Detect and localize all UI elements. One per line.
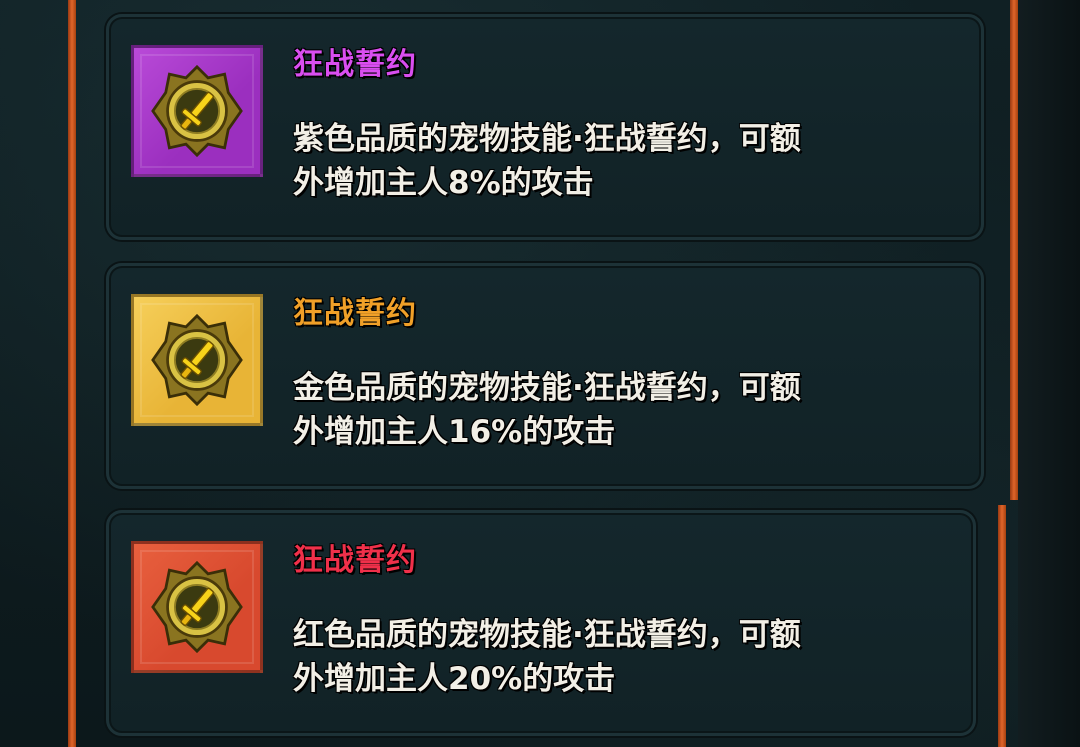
skill-icon-frame: [131, 541, 263, 673]
skill-description-line: 紫色品质的宠物技能·狂战誓约，可额: [293, 121, 801, 157]
skill-icon-frame: [131, 294, 263, 426]
skill-card-purple[interactable]: 狂战誓约 紫色品质的宠物技能·狂战誓约，可额 外增加主人8%的攻击: [106, 14, 984, 240]
skill-card-gold[interactable]: 狂战誓约 金色品质的宠物技能·狂战誓约，可额 外增加主人16%的攻击: [106, 263, 984, 489]
skill-name: 狂战誓约: [293, 296, 417, 331]
skill-card-red[interactable]: 狂战誓约 红色品质的宠物技能·狂战誓约，可额 外增加主人20%的攻击: [106, 510, 976, 736]
skill-name: 狂战誓约: [293, 47, 417, 82]
skill-description: 红色品质的宠物技能·狂战誓约，可额 外增加主人20%的攻击: [293, 613, 893, 701]
skill-description-line: 外增加主人20%的攻击: [293, 661, 616, 697]
skill-description: 紫色品质的宠物技能·狂战誓约，可额 外增加主人8%的攻击: [293, 117, 893, 205]
sword-medallion-icon: [151, 561, 243, 653]
panel-border-right-bottom: [998, 505, 1006, 747]
panel-edge-right: [1018, 0, 1080, 747]
sword-medallion-icon: [151, 65, 243, 157]
panel-border-left: [68, 0, 76, 747]
skill-description-line: 红色品质的宠物技能·狂战誓约，可额: [293, 617, 801, 653]
skill-description: 金色品质的宠物技能·狂战誓约，可额 外增加主人16%的攻击: [293, 366, 893, 454]
skill-description-line: 外增加主人16%的攻击: [293, 414, 616, 450]
skill-name: 狂战誓约: [293, 543, 417, 578]
skill-icon-frame: [131, 45, 263, 177]
panel-border-right-top: [1010, 0, 1018, 500]
skill-description-line: 金色品质的宠物技能·狂战誓约，可额: [293, 370, 801, 406]
sword-medallion-icon: [151, 314, 243, 406]
skill-description-line: 外增加主人8%的攻击: [293, 165, 594, 201]
